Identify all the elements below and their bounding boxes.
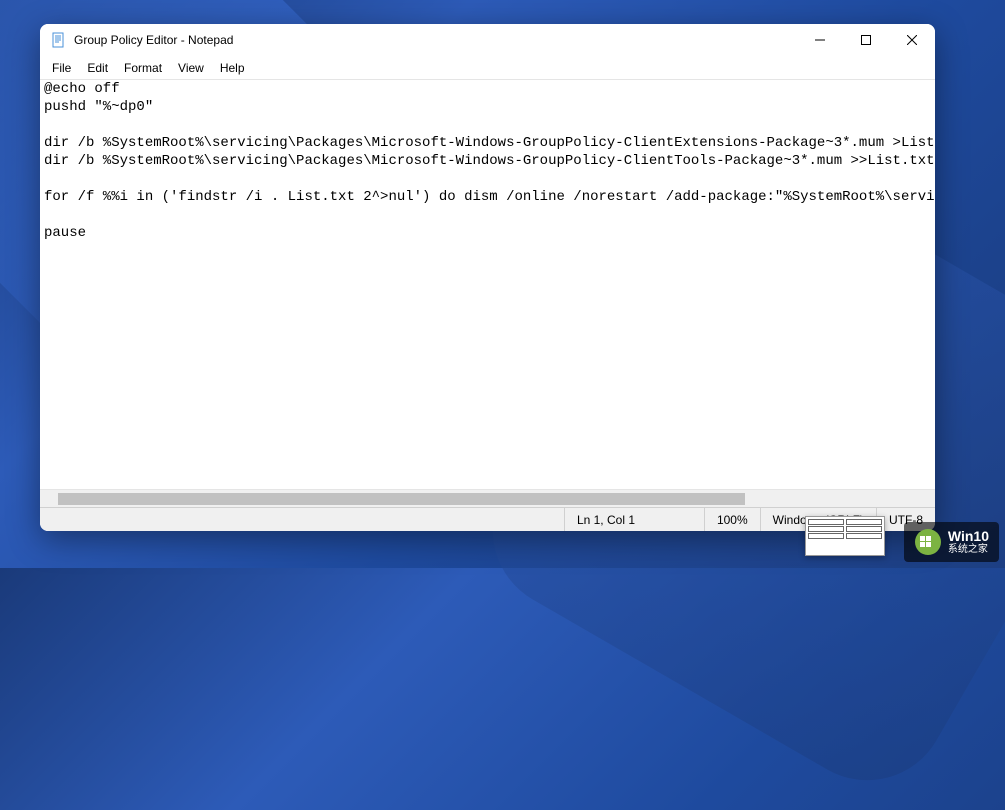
menu-edit[interactable]: Edit	[79, 59, 116, 77]
menu-format[interactable]: Format	[116, 59, 170, 77]
watermark-text-group: Win10 系统之家	[948, 529, 989, 555]
menu-help[interactable]: Help	[212, 59, 253, 77]
watermark-title: Win10	[948, 529, 989, 543]
editor-area[interactable]: @echo off pushd "%~dp0" dir /b %SystemRo…	[40, 80, 935, 507]
floating-panel	[805, 516, 885, 556]
watermark: Win10 系统之家	[904, 522, 999, 562]
scrollbar-track[interactable]	[58, 490, 917, 507]
notepad-window: Group Policy Editor - Notepad File Edit …	[40, 24, 935, 531]
editor-content[interactable]: @echo off pushd "%~dp0" dir /b %SystemRo…	[40, 80, 935, 489]
menu-view[interactable]: View	[170, 59, 212, 77]
notepad-icon	[50, 32, 66, 48]
watermark-logo-icon	[914, 528, 942, 556]
titlebar[interactable]: Group Policy Editor - Notepad	[40, 24, 935, 56]
maximize-button[interactable]	[843, 24, 889, 56]
scrollbar-thumb[interactable]	[58, 493, 745, 505]
status-cursor-position: Ln 1, Col 1	[564, 508, 704, 531]
statusbar: Ln 1, Col 1 100% Windows (CRLF) UTF-8	[40, 507, 935, 531]
window-controls	[797, 24, 935, 56]
close-button[interactable]	[889, 24, 935, 56]
status-zoom: 100%	[704, 508, 760, 531]
watermark-subtitle: 系统之家	[948, 545, 989, 555]
window-title: Group Policy Editor - Notepad	[74, 33, 797, 47]
horizontal-scrollbar[interactable]	[40, 489, 935, 507]
menu-file[interactable]: File	[44, 59, 79, 77]
minimize-button[interactable]	[797, 24, 843, 56]
menubar: File Edit Format View Help	[40, 56, 935, 80]
